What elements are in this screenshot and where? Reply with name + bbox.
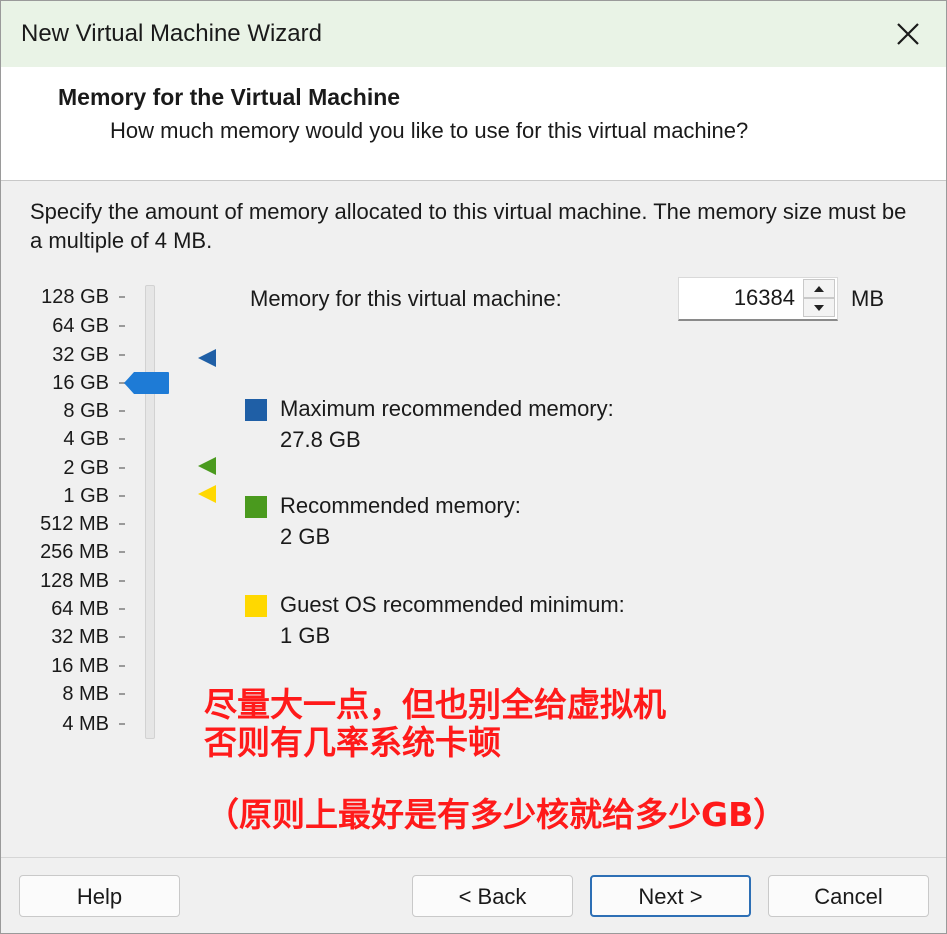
scale-label: 16 MB	[51, 655, 109, 677]
memory-spinbox[interactable]	[678, 277, 838, 321]
scale-label: 256 MB	[40, 541, 109, 563]
scale-tick	[119, 551, 125, 553]
memory-input[interactable]	[679, 278, 799, 318]
recommended-value: 2 GB	[280, 524, 331, 549]
max-recommended-swatch	[245, 399, 267, 421]
window-title: New Virtual Machine Wizard	[21, 20, 322, 47]
minimum-marker	[198, 485, 216, 503]
close-button[interactable]	[881, 9, 935, 59]
minimum-label: Guest OS recommended minimum:	[280, 592, 625, 617]
scale-tick	[119, 495, 125, 497]
scale-tick	[119, 693, 125, 695]
arrow-up-icon	[814, 285, 824, 292]
wizard-header: Memory for the Virtual Machine How much …	[1, 67, 946, 181]
recommended-label: Recommended memory:	[280, 493, 521, 518]
decrement-button[interactable]	[803, 298, 835, 317]
scale-tick	[119, 523, 125, 525]
annotation-line-1: 尽量大一点，但也别全给虚拟机	[204, 685, 666, 724]
scale-tick	[119, 608, 125, 610]
scale-label: 512 MB	[40, 513, 109, 535]
max-recommended-value: 27.8 GB	[280, 427, 361, 452]
max-recommended-marker	[198, 349, 216, 367]
memory-unit: MB	[851, 286, 884, 311]
minimum-value: 1 GB	[280, 623, 331, 648]
page-subtitle: How much memory would you like to use fo…	[110, 118, 749, 143]
scale-label: 4 GB	[63, 428, 109, 450]
scale-label: 128 MB	[40, 570, 109, 592]
page-title: Memory for the Virtual Machine	[58, 84, 401, 110]
scale-label: 16 GB	[52, 372, 109, 394]
help-button[interactable]: Help	[19, 875, 180, 917]
scale-tick	[119, 467, 125, 469]
scale-tick	[119, 665, 125, 667]
scale-tick	[119, 723, 125, 725]
scale-label: 2 GB	[63, 457, 109, 479]
max-recommended-label: Maximum recommended memory:	[280, 396, 614, 421]
scale-tick	[119, 296, 125, 298]
memory-slider-thumb[interactable]	[124, 371, 170, 395]
scale-label: 8 GB	[63, 400, 109, 422]
memory-label: Memory for this virtual machine:	[250, 286, 562, 311]
close-icon	[897, 23, 919, 45]
title-bar: New Virtual Machine Wizard	[1, 1, 946, 67]
scale-tick	[119, 354, 125, 356]
scale-tick	[119, 636, 125, 638]
cancel-button[interactable]: Cancel	[768, 875, 929, 917]
scale-tick	[119, 410, 125, 412]
scale-label: 4 MB	[62, 713, 109, 735]
scale-label: 8 MB	[62, 683, 109, 705]
scale-tick	[119, 325, 125, 327]
scale-label: 32 GB	[52, 344, 109, 366]
scale-tick	[119, 580, 125, 582]
scale-label: 64 MB	[51, 598, 109, 620]
scale-label: 64 GB	[52, 315, 109, 337]
recommended-swatch	[245, 496, 267, 518]
wizard-window: New Virtual Machine Wizard Memory for th…	[0, 0, 947, 934]
scale-label: 128 GB	[41, 286, 109, 308]
scale-tick	[119, 438, 125, 440]
scale-label: 32 MB	[51, 626, 109, 648]
minimum-swatch	[245, 595, 267, 617]
memory-slider-track[interactable]	[145, 285, 155, 739]
arrow-down-icon	[814, 304, 824, 311]
scale-label: 1 GB	[63, 485, 109, 507]
increment-button[interactable]	[803, 279, 835, 298]
annotation-line-3: （原则上最好是有多少核就给多少GB）	[206, 795, 787, 834]
footer-divider	[1, 857, 946, 858]
annotation-line-2: 否则有几率系统卡顿	[204, 723, 501, 762]
next-button[interactable]: Next >	[590, 875, 751, 917]
recommended-marker	[198, 457, 216, 475]
back-button[interactable]: < Back	[412, 875, 573, 917]
memory-description: Specify the amount of memory allocated t…	[30, 199, 907, 253]
